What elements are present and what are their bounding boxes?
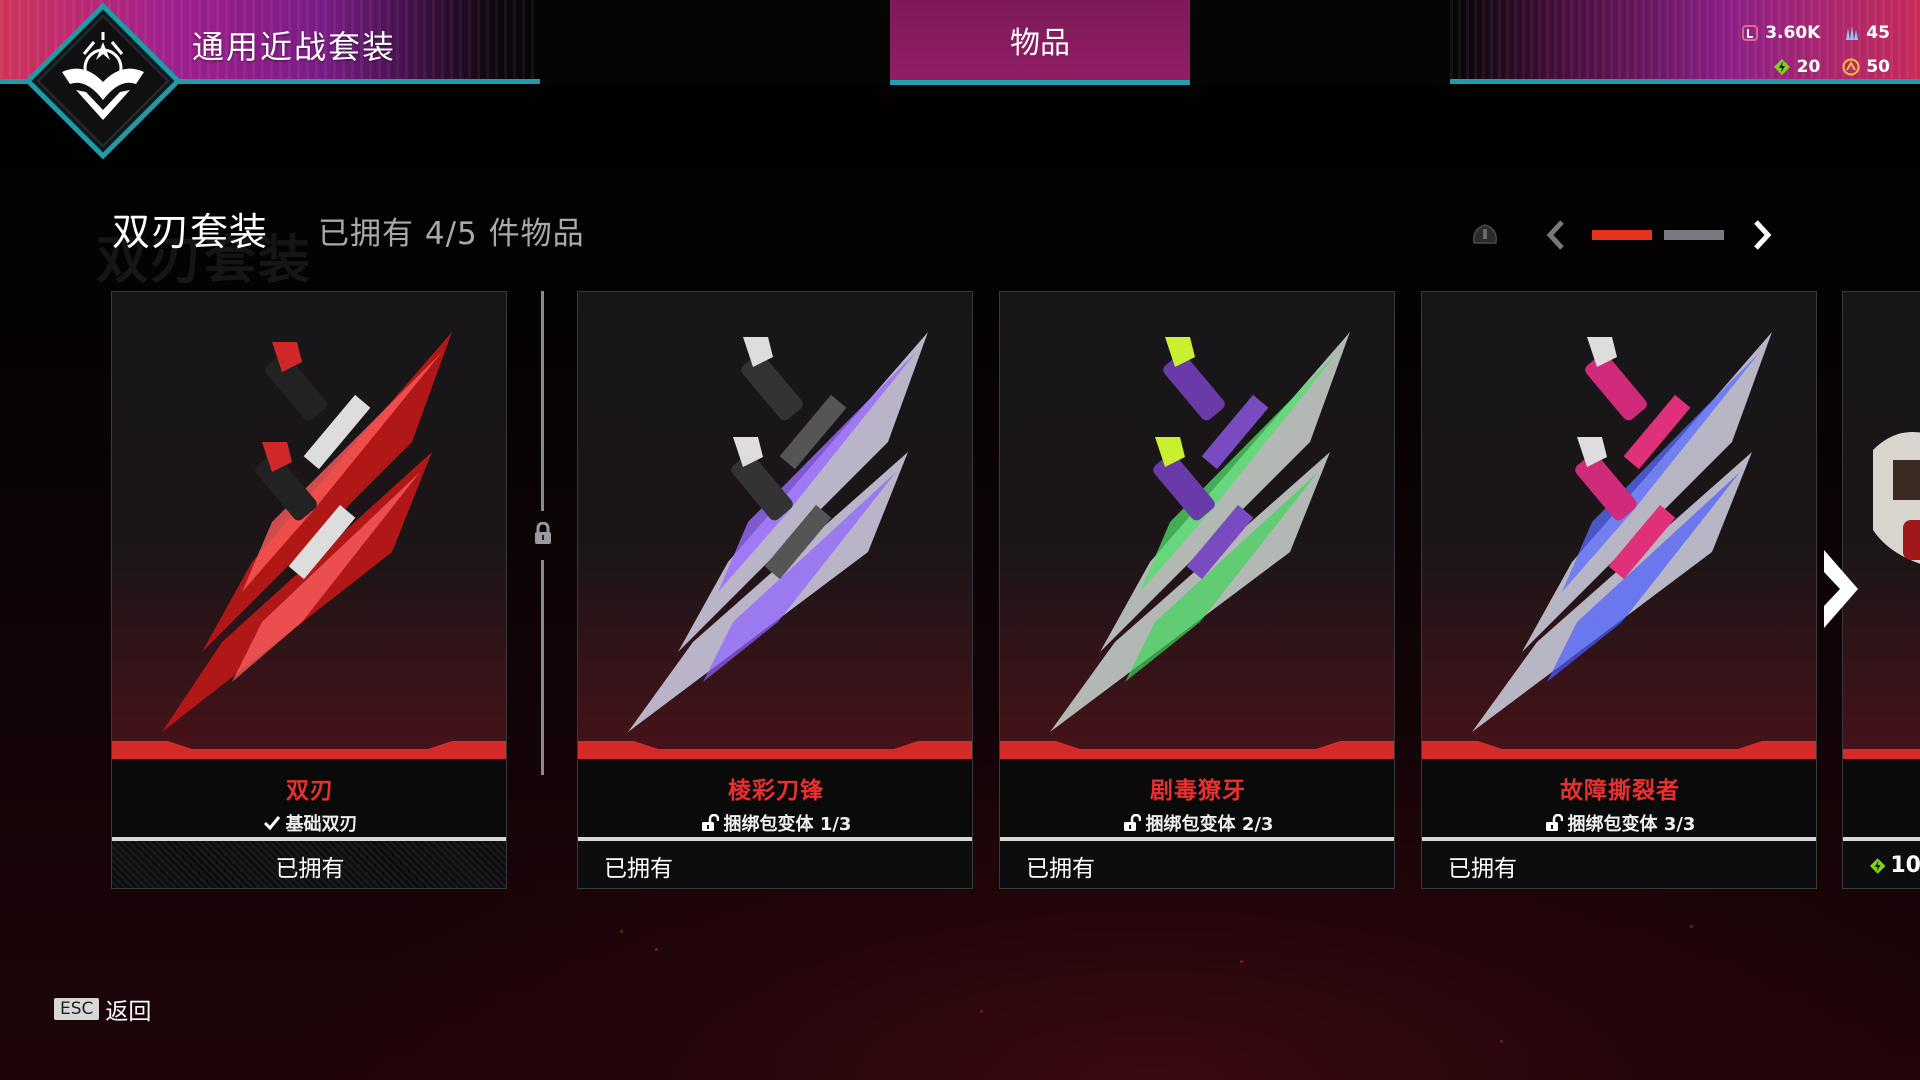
apex-coins-count: 50: [1866, 57, 1890, 77]
item-label-box: 双刃 基础双刃: [112, 759, 506, 837]
divider-line: [541, 560, 544, 775]
item-variant: 捆绑包变体 2/3: [1000, 810, 1394, 836]
item-card-prismatic-blade[interactable]: 棱彩刀锋 捆绑包变体 1/3 已拥有: [577, 291, 973, 889]
exotic-shards-icon: [1846, 26, 1859, 40]
esc-key: ESC: [54, 998, 100, 1020]
crafting-metals-count: 3.60K: [1765, 23, 1821, 43]
bumper-button-icon: [1472, 224, 1498, 244]
item-name: 双刃: [286, 778, 334, 804]
crafting-metals-icon: [1742, 25, 1759, 41]
scroll-right-chevron-icon[interactable]: [1818, 544, 1866, 634]
card-footer: 10: [1843, 841, 1920, 888]
item-variant-label: 基础双刃: [285, 814, 358, 835]
next-page-arrow[interactable]: [1750, 219, 1774, 251]
item-label-box: [1843, 759, 1920, 837]
set-emblem-icon: [24, 2, 182, 160]
card-footer: 已拥有: [1000, 841, 1394, 888]
card-footer: 已拥有: [578, 841, 972, 888]
item-label-box: 棱彩刀锋 捆绑包变体 1/3: [578, 759, 972, 837]
item-variant-label: 捆绑包变体 1/3: [723, 814, 852, 835]
dual-blades-venom-image: [1050, 332, 1350, 732]
item-price: 10: [1890, 853, 1920, 878]
item-preview-image: [1873, 432, 1920, 564]
rarity-strip: [1843, 749, 1920, 759]
dual-blades-red-image: [162, 332, 452, 732]
item-label-box: 故障撕裂者 捆绑包变体 3/3: [1422, 759, 1816, 837]
apex-coins-icon: [1842, 58, 1860, 76]
rarity-strip: [578, 749, 972, 759]
item-variant-label: 捆绑包变体 3/3: [1567, 814, 1696, 835]
unlock-icon: [1123, 814, 1141, 831]
rarity-strip: [1422, 749, 1816, 759]
lock-icon: [535, 522, 551, 544]
check-icon: [263, 816, 280, 831]
item-label-box: 剧毒獠牙 捆绑包变体 2/3: [1000, 759, 1394, 837]
currency-panel: 3.60K 45 20 50: [1741, 16, 1890, 84]
card-footer: 已拥有: [112, 841, 506, 888]
legend-tokens-count: 20: [1796, 57, 1821, 77]
dual-blades-prismatic-image: [628, 332, 928, 732]
item-variant: 基础双刃: [112, 810, 506, 836]
tab-items-label: 物品: [1010, 26, 1070, 61]
item-name: 剧毒獠牙: [1150, 778, 1246, 804]
bundle-title: 通用近战套装: [192, 28, 397, 66]
legend-tokens-icon: [1773, 59, 1790, 75]
rarity-strip: [112, 749, 506, 759]
item-variant-label: 捆绑包变体 2/3: [1145, 814, 1274, 835]
divider-line: [541, 291, 544, 511]
legend-tokens-icon: [1869, 857, 1886, 874]
page-indicator-1[interactable]: [1592, 230, 1652, 240]
card-status: 已拥有: [275, 855, 345, 882]
back-hint[interactable]: ESC 返回: [54, 992, 151, 1026]
pager: [1470, 215, 1790, 255]
item-card-dual-blades[interactable]: 双刃 基础双刃 已拥有: [111, 291, 507, 889]
unlock-icon: [1545, 814, 1563, 831]
card-status: 已拥有: [604, 855, 673, 882]
unlock-icon: [701, 814, 719, 831]
card-status: 已拥有: [1026, 855, 1095, 882]
tab-items[interactable]: 物品: [890, 0, 1190, 85]
back-label: 返回: [105, 999, 152, 1025]
item-variant: 捆绑包变体 1/3: [578, 810, 972, 836]
card-footer: 已拥有: [1422, 841, 1816, 888]
item-card-glitch-ripper[interactable]: 故障撕裂者 捆绑包变体 3/3 已拥有: [1421, 291, 1817, 889]
page-indicator-2[interactable]: [1664, 230, 1724, 240]
item-name: 故障撕裂者: [1560, 778, 1680, 804]
exotic-shards-count: 45: [1866, 23, 1890, 43]
rarity-strip: [1000, 749, 1394, 759]
card-status: 已拥有: [1448, 855, 1517, 882]
item-variant: 捆绑包变体 3/3: [1422, 810, 1816, 836]
set-title: 双刃套装: [112, 210, 269, 254]
owned-count: 已拥有 4/5 件物品: [318, 216, 585, 252]
dual-blades-glitch-image: [1472, 332, 1772, 732]
item-card-venom-fang[interactable]: 剧毒獠牙 捆绑包变体 2/3 已拥有: [999, 291, 1395, 889]
prev-page-arrow[interactable]: [1544, 219, 1568, 251]
item-name: 棱彩刀锋: [728, 778, 824, 804]
